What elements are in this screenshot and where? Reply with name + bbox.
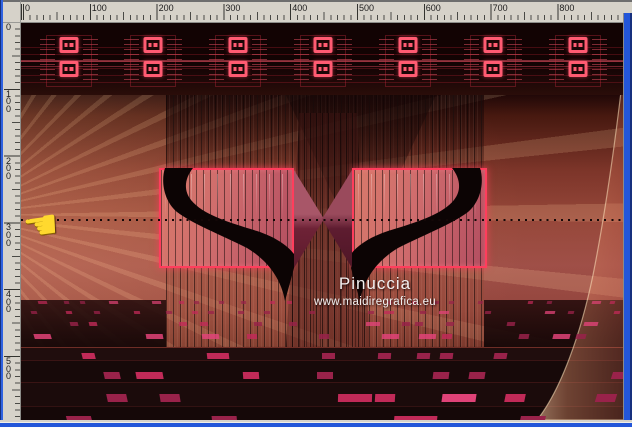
credit-url: www.maidiregrafica.eu [314,296,436,308]
credit-block: Pinuccia www.maidiregrafica.eu [275,274,475,308]
vruler-label: 0 [6,22,12,32]
image-window: ☚ Pinuccia www.maidiregrafica.eu 0 100 200… [0,0,632,428]
pink-frame-right [351,168,487,301]
window-border-bottom [0,420,632,428]
chip-ornament [379,34,437,88]
hand-pointer-icon: ☚ [20,200,62,252]
credit-name: Pinuccia [338,274,412,293]
hruler-label: 500 [359,3,375,13]
canvas-artwork[interactable]: ☚ Pinuccia www.maidiregrafica.eu [20,20,623,420]
vruler-label: 100 [6,88,12,114]
ruler-corner [3,0,21,23]
chip-ornament [40,34,98,88]
hruler-label: 100 [91,3,107,13]
top-ornament-strip [21,20,623,95]
window-border-left [0,0,3,428]
chip-ornament [464,34,522,88]
floor-left-upper [21,300,166,347]
ruler-vertical[interactable]: 0 100 200 300 400 500 [3,20,21,420]
pink-frame-left [159,168,294,301]
hruler-label: 700 [492,3,508,13]
swoosh-left-icon [163,168,294,301]
chip-ornament [549,34,607,88]
hruler-label: 200 [158,3,174,13]
hruler-label: 800 [559,3,575,13]
window-border-right [623,0,632,428]
hruler-label: 400 [292,3,308,13]
vruler-label: 400 [6,289,12,315]
vruler-label: 300 [6,222,12,248]
hruler-label: 300 [225,3,241,13]
chip-ornament [294,34,352,88]
chip-ornament [124,34,182,88]
hruler-label: 600 [425,3,441,13]
hruler-label: 0 [25,3,31,13]
ruler-corner-right [618,0,632,13]
ruler-horizontal[interactable]: 0 100 200 300 400 500 600 700 800 [20,0,623,23]
guide-dotted-line [21,219,623,221]
vruler-label: 500 [6,356,12,382]
chip-ornament [209,34,267,88]
right-disc-shape [536,75,623,420]
vruler-label: 200 [6,155,12,181]
